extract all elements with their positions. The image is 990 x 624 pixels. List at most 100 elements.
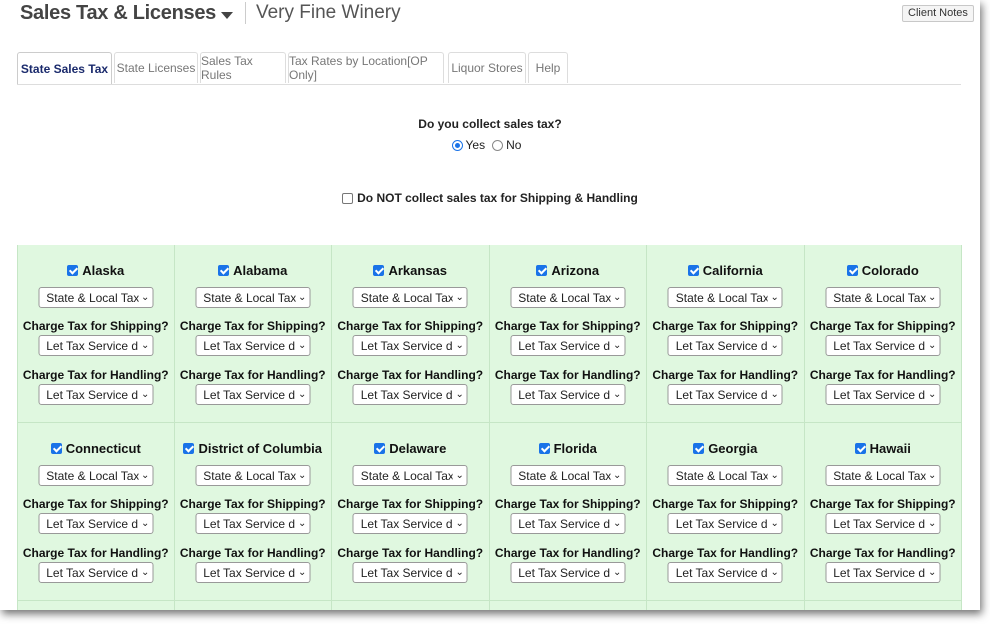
chevron-down-icon: ⌄ [613,340,622,351]
shipping-tax-select[interactable]: Let Tax Service deci ⌄ [825,513,941,534]
chevron-down-icon: ⌄ [141,389,150,400]
tax-type-select[interactable]: State & Local Taxes ⌄ [667,287,783,308]
state-enabled-checkbox[interactable] [67,265,79,276]
state-header: Florida [490,441,647,456]
app-title: Sales Tax & Licenses [20,1,216,24]
state-enabled-checkbox[interactable] [693,443,705,454]
handling-tax-select-value: Let Tax Service deci [203,565,296,580]
no-radio-label[interactable]: No [506,138,521,152]
handling-tax-select[interactable]: Let Tax Service deci ⌄ [38,562,154,583]
handling-tax-select[interactable]: Let Tax Service deci ⌄ [195,562,311,583]
chevron-down-icon: ⌄ [613,470,622,481]
state-header: District of Columbia [175,441,332,456]
tax-type-select[interactable]: State & Local Taxes ⌄ [667,465,783,486]
shipping-handling-option: Do NOT collect sales tax for Shipping & … [0,191,980,205]
state-header: Colorado [805,263,962,278]
chevron-down-icon: ⌄ [298,567,307,578]
shipping-tax-select[interactable]: Let Tax Service deci ⌄ [352,513,468,534]
state-enabled-checkbox[interactable] [218,265,230,276]
shipping-tax-select[interactable]: Let Tax Service deci ⌄ [510,513,626,534]
tax-type-select[interactable]: State & Local Taxes ⌄ [825,465,941,486]
tab-liquor-stores[interactable]: Liquor Stores [448,52,526,83]
handling-tax-select[interactable]: Let Tax Service deci ⌄ [510,562,626,583]
handling-tax-select[interactable]: Let Tax Service deci ⌄ [825,384,941,405]
state-enabled-checkbox[interactable] [538,443,550,454]
handling-tax-label: Charge Tax for Handling? [337,368,484,382]
shipping-tax-select[interactable]: Let Tax Service deci ⌄ [38,335,154,356]
no-radio[interactable] [492,139,504,151]
handling-tax-select[interactable]: Let Tax Service deci ⌄ [352,384,468,405]
state-header: Alabama [175,263,332,278]
state-enabled-checkbox[interactable] [373,265,385,276]
tax-type-select-value: State & Local Taxes [360,468,453,483]
state-enabled-checkbox[interactable] [846,265,858,276]
chevron-down-icon: ⌄ [928,470,937,481]
no-shipping-tax-checkbox[interactable] [342,192,354,204]
tab-state-licenses[interactable]: State Licenses [114,52,198,83]
tax-type-select-value: State & Local Taxes [833,468,925,483]
state-name: Delaware [389,441,447,456]
handling-tax-select-value: Let Tax Service deci [833,565,926,580]
handling-tax-select[interactable]: Let Tax Service deci ⌄ [38,384,154,405]
chevron-down-icon: ⌄ [613,567,622,578]
tax-type-select[interactable]: State & Local Taxes ⌄ [510,287,626,308]
handling-tax-select[interactable]: Let Tax Service deci ⌄ [825,562,941,583]
shipping-tax-select[interactable]: Let Tax Service deci ⌄ [195,513,311,534]
state-card-delaware: Delaware State & Local Taxes ⌄ Charge Ta… [332,423,490,601]
handling-tax-select[interactable]: Let Tax Service deci ⌄ [667,384,783,405]
yes-radio-label[interactable]: Yes [466,138,486,152]
shipping-tax-select-value: Let Tax Service deci [46,338,139,353]
shipping-tax-select-value: Let Tax Service deci [360,516,453,531]
shipping-tax-select[interactable]: Let Tax Service deci ⌄ [352,335,468,356]
tab-sales-tax-rules[interactable]: Sales Tax Rules [200,52,286,83]
tax-type-select[interactable]: State & Local Taxes ⌄ [38,465,154,486]
state-name: Colorado [861,263,919,278]
state-card-arkansas: Arkansas State & Local Taxes ⌄ Charge Ta… [332,245,490,423]
handling-tax-select[interactable]: Let Tax Service deci ⌄ [510,384,626,405]
tax-type-select[interactable]: State & Local Taxes ⌄ [825,287,941,308]
yes-radio[interactable] [451,139,463,151]
tab-state-sales-tax[interactable]: State Sales Tax [17,52,112,84]
shipping-tax-select[interactable]: Let Tax Service deci ⌄ [825,335,941,356]
chevron-down-icon: ⌄ [298,340,307,351]
app-title-dropdown[interactable]: Sales Tax & Licenses [20,2,233,25]
tax-type-select[interactable]: State & Local Taxes ⌄ [195,287,311,308]
tax-type-select[interactable]: State & Local Taxes ⌄ [510,465,626,486]
tax-type-select-value: State & Local Taxes [518,468,610,483]
state-card-alaska: Alaska State & Local Taxes ⌄ Charge Tax … [17,245,175,423]
shipping-tax-select[interactable]: Let Tax Service deci ⌄ [38,513,154,534]
shipping-tax-select[interactable]: Let Tax Service deci ⌄ [667,513,783,534]
handling-tax-select-value: Let Tax Service deci [46,565,139,580]
handling-tax-select[interactable]: Let Tax Service deci ⌄ [352,562,468,583]
state-enabled-checkbox[interactable] [687,265,699,276]
tab-help[interactable]: Help [528,52,568,83]
state-enabled-checkbox[interactable] [183,443,195,454]
state-name: Connecticut [65,441,141,456]
state-enabled-checkbox[interactable] [854,443,866,454]
tax-type-select[interactable]: State & Local Taxes ⌄ [38,287,154,308]
tax-type-select-value: State & Local Taxes [675,290,768,305]
tax-type-select[interactable]: State & Local Taxes ⌄ [352,465,468,486]
tax-type-select-value: State & Local Taxes [46,290,138,305]
handling-tax-select[interactable]: Let Tax Service deci ⌄ [667,562,783,583]
shipping-tax-select[interactable]: Let Tax Service deci ⌄ [195,335,311,356]
state-enabled-checkbox[interactable] [374,443,386,454]
no-shipping-tax-label[interactable]: Do NOT collect sales tax for Shipping & … [357,191,638,205]
page-header: Sales Tax & Licenses Very Fine Winery [20,0,401,26]
shipping-tax-select[interactable]: Let Tax Service deci ⌄ [510,335,626,356]
tab-bar: State Sales Tax State Licenses Sales Tax… [17,52,961,85]
state-header: Georgia [647,441,804,456]
tab-tax-rates-by-location[interactable]: Tax Rates by Location[OP Only] [288,52,444,83]
client-notes-button[interactable]: Client Notes [902,5,974,22]
handling-tax-select[interactable]: Let Tax Service deci ⌄ [195,384,311,405]
shipping-tax-label: Charge Tax for Shipping? [22,497,169,511]
state-enabled-checkbox[interactable] [536,265,548,276]
handling-tax-select-value: Let Tax Service deci [833,387,926,402]
shipping-tax-select[interactable]: Let Tax Service deci ⌄ [667,335,783,356]
app-window: Sales Tax & Licenses Very Fine Winery Cl… [0,0,980,610]
state-header: Arizona [490,263,647,278]
state-enabled-checkbox[interactable] [50,443,62,454]
tax-type-select[interactable]: State & Local Taxes ⌄ [195,465,311,486]
state-card-arizona: Arizona State & Local Taxes ⌄ Charge Tax… [489,245,647,423]
tax-type-select[interactable]: State & Local Taxes ⌄ [352,287,468,308]
